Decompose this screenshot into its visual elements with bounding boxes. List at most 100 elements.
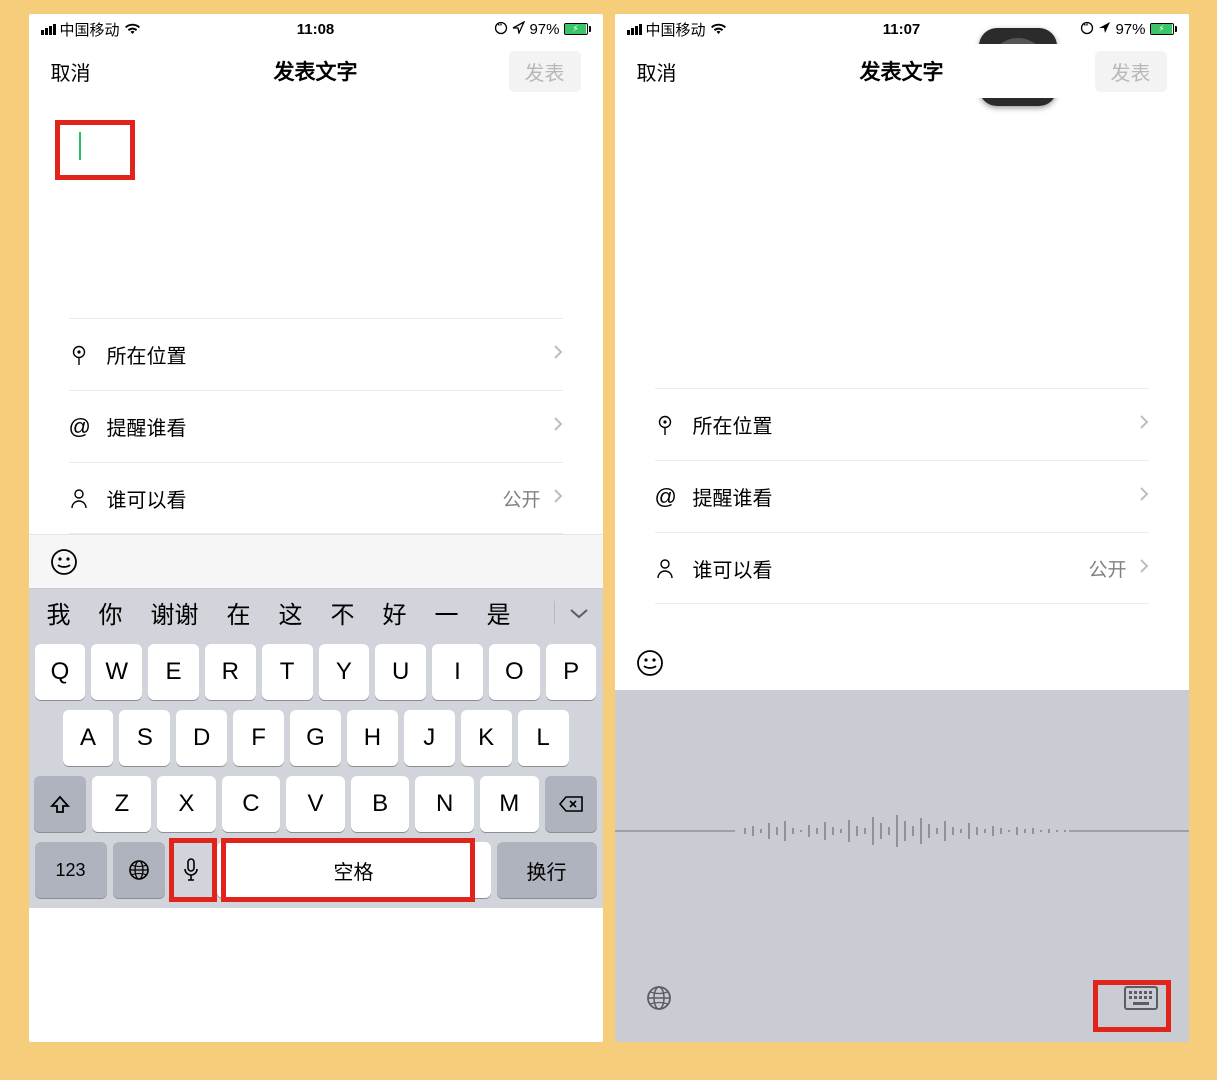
visibility-row[interactable]: 谁可以看 公开 [655, 532, 1149, 604]
signal-icon [627, 24, 642, 35]
ime-candidate[interactable]: 我 [35, 591, 83, 634]
location-icon [512, 21, 525, 37]
numeric-key[interactable]: 123 [35, 842, 107, 898]
dictation-key[interactable] [171, 842, 211, 898]
key-q[interactable]: Q [35, 644, 86, 700]
battery-icon: ⚡︎ [564, 23, 591, 35]
key-z[interactable]: Z [92, 776, 151, 832]
chevron-right-icon [553, 415, 563, 438]
ime-candidate[interactable]: 好 [371, 591, 419, 634]
key-r[interactable]: R [205, 644, 256, 700]
post-text-input[interactable] [29, 98, 603, 318]
key-h[interactable]: H [347, 710, 398, 766]
status-bar: 中国移动 11:07 97% ⚡︎ [615, 14, 1189, 44]
key-u[interactable]: U [375, 644, 426, 700]
nav-bar: 取消 发表文字 发表 [615, 44, 1189, 98]
key-w[interactable]: W [91, 644, 142, 700]
publish-button[interactable]: 发表 [1095, 51, 1167, 92]
globe-key[interactable] [645, 984, 673, 1017]
location-pin-icon [655, 413, 693, 437]
emoji-icon[interactable] [635, 648, 665, 678]
wifi-icon [124, 23, 141, 35]
location-pin-icon [69, 343, 107, 367]
visibility-value: 公开 [502, 485, 540, 512]
signal-icon [41, 24, 56, 35]
key-n[interactable]: N [415, 776, 474, 832]
ime-candidate[interactable]: 在 [215, 591, 263, 634]
rotation-lock-icon [494, 21, 508, 38]
text-cursor [79, 132, 81, 160]
chevron-right-icon [1139, 485, 1149, 508]
cancel-button[interactable]: 取消 [637, 57, 677, 86]
location-icon [1098, 21, 1111, 37]
visibility-label: 谁可以看 [107, 484, 503, 513]
key-f[interactable]: F [233, 710, 284, 766]
key-e[interactable]: E [148, 644, 199, 700]
nav-bar: 取消 发表文字 发表 [29, 44, 603, 98]
chevron-right-icon [1139, 413, 1149, 436]
key-t[interactable]: T [262, 644, 313, 700]
key-s[interactable]: S [119, 710, 170, 766]
ime-candidate[interactable]: 不 [319, 591, 367, 634]
key-d[interactable]: D [176, 710, 227, 766]
candidate-separator [554, 601, 555, 624]
key-x[interactable]: X [157, 776, 216, 832]
clock-label: 11:07 [883, 21, 921, 38]
chevron-right-icon [1139, 557, 1149, 580]
ime-candidate[interactable]: 这 [267, 591, 315, 634]
globe-key[interactable] [113, 842, 165, 898]
post-text-input[interactable] [615, 98, 1189, 388]
mention-row[interactable]: @ 提醒谁看 [655, 460, 1149, 532]
key-b[interactable]: B [351, 776, 410, 832]
phone-right: 中国移动 11:07 97% ⚡︎ [615, 14, 1189, 1042]
space-key[interactable]: 空格 [217, 842, 491, 898]
key-k[interactable]: K [461, 710, 512, 766]
publish-button[interactable]: 发表 [509, 51, 581, 92]
options-list: 所在位置 @ 提醒谁看 谁可以看 公开 [615, 388, 1189, 604]
ime-candidate-bar: 我 你 谢谢 在 这 不 好 一 是 [29, 588, 603, 636]
key-m[interactable]: M [480, 776, 539, 832]
keyboard: Q W E R T Y U I O P A S D F G H J K L [29, 636, 603, 908]
return-key[interactable]: 换行 [497, 842, 597, 898]
ime-candidate[interactable]: 你 [87, 591, 135, 634]
battery-pct-label: 97% [1115, 21, 1145, 38]
location-label: 所在位置 [107, 340, 553, 369]
chevron-right-icon [553, 343, 563, 366]
dictation-panel [615, 690, 1189, 1042]
page-title: 发表文字 [860, 56, 944, 86]
person-icon [69, 487, 107, 509]
key-a[interactable]: A [63, 710, 114, 766]
shift-key[interactable] [34, 776, 86, 832]
highlight-keyboard-toggle [1093, 980, 1171, 1032]
phone-left: 中国移动 11:08 97% ⚡︎ 取消 发表文字 [29, 14, 603, 1042]
carrier-label: 中国移动 [60, 19, 120, 40]
person-icon [655, 557, 693, 579]
emoji-toolbar [615, 636, 1189, 690]
visibility-row[interactable]: 谁可以看 公开 [69, 462, 563, 534]
key-y[interactable]: Y [319, 644, 370, 700]
backspace-key[interactable] [545, 776, 597, 832]
rotation-lock-icon [1080, 21, 1094, 38]
key-g[interactable]: G [290, 710, 341, 766]
voice-waveform [615, 690, 1189, 972]
key-l[interactable]: L [518, 710, 569, 766]
at-icon: @ [69, 414, 107, 440]
options-list: 所在位置 @ 提醒谁看 谁可以看 公开 [29, 318, 603, 534]
location-row[interactable]: 所在位置 [655, 388, 1149, 460]
emoji-icon[interactable] [49, 547, 79, 577]
ime-candidate[interactable]: 一 [423, 591, 471, 634]
cancel-button[interactable]: 取消 [51, 57, 91, 86]
key-v[interactable]: V [286, 776, 345, 832]
at-icon: @ [655, 484, 693, 510]
key-p[interactable]: P [546, 644, 597, 700]
location-row[interactable]: 所在位置 [69, 318, 563, 390]
ime-candidate[interactable]: 谢谢 [139, 591, 211, 634]
key-c[interactable]: C [222, 776, 281, 832]
key-j[interactable]: J [404, 710, 455, 766]
carrier-label: 中国移动 [646, 19, 706, 40]
expand-candidates-button[interactable] [559, 599, 599, 627]
key-o[interactable]: O [489, 644, 540, 700]
ime-candidate[interactable]: 是 [475, 591, 523, 634]
mention-row[interactable]: @ 提醒谁看 [69, 390, 563, 462]
key-i[interactable]: I [432, 644, 483, 700]
